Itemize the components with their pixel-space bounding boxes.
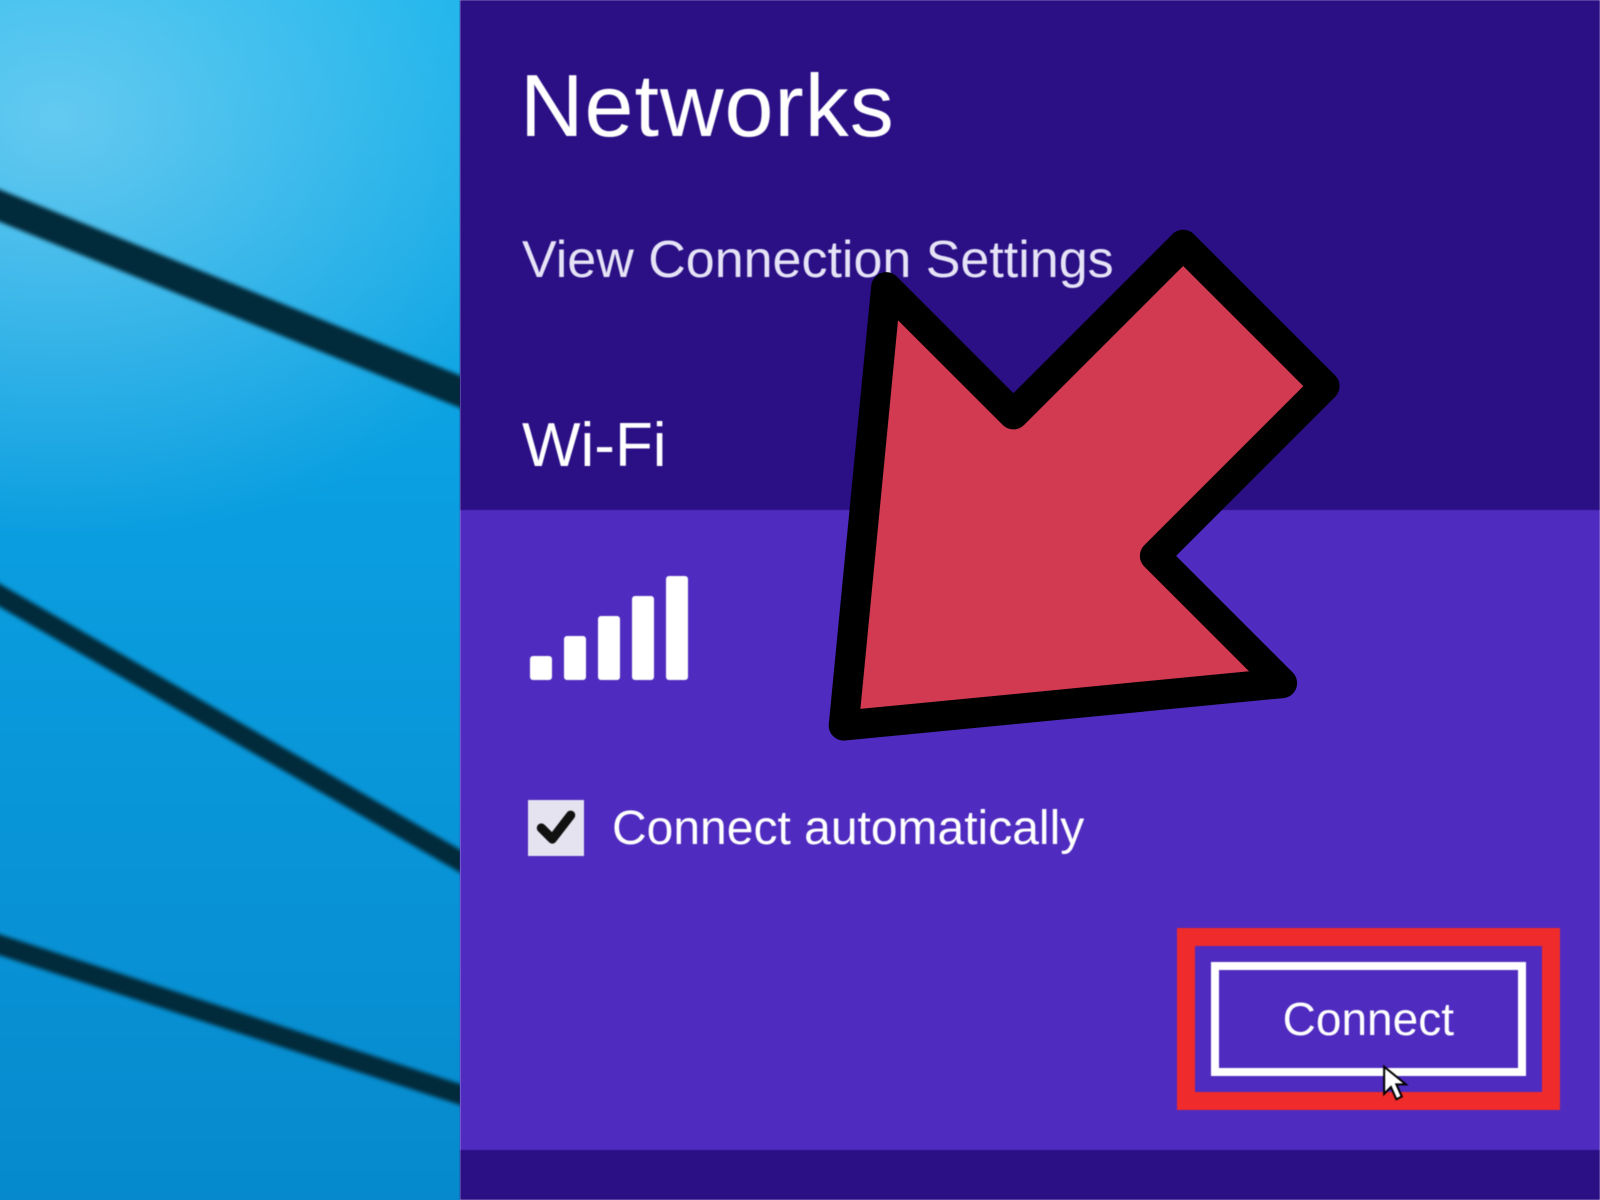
wifi-signal-icon xyxy=(530,560,690,680)
checkmark-icon xyxy=(534,806,578,850)
panel-title: Networks xyxy=(520,55,895,157)
wifi-network-item[interactable]: Connect automatically Connect xyxy=(460,510,1600,1150)
view-connection-settings-link[interactable]: View Connection Settings xyxy=(522,230,1114,290)
wifi-section-label: Wi-Fi xyxy=(522,410,667,481)
connect-automatically-row: Connect automatically xyxy=(528,800,1084,856)
connect-button-highlight: Connect xyxy=(1177,928,1560,1110)
cursor-icon xyxy=(1380,1064,1410,1102)
connect-automatically-label: Connect automatically xyxy=(612,801,1084,856)
desktop-wallpaper xyxy=(0,0,460,1200)
connect-automatically-checkbox[interactable] xyxy=(528,800,584,856)
networks-charm-panel: Networks View Connection Settings Wi-Fi … xyxy=(460,0,1600,1200)
annotation-highlight-box: Connect xyxy=(1177,928,1560,1110)
connect-button[interactable]: Connect xyxy=(1211,962,1526,1076)
